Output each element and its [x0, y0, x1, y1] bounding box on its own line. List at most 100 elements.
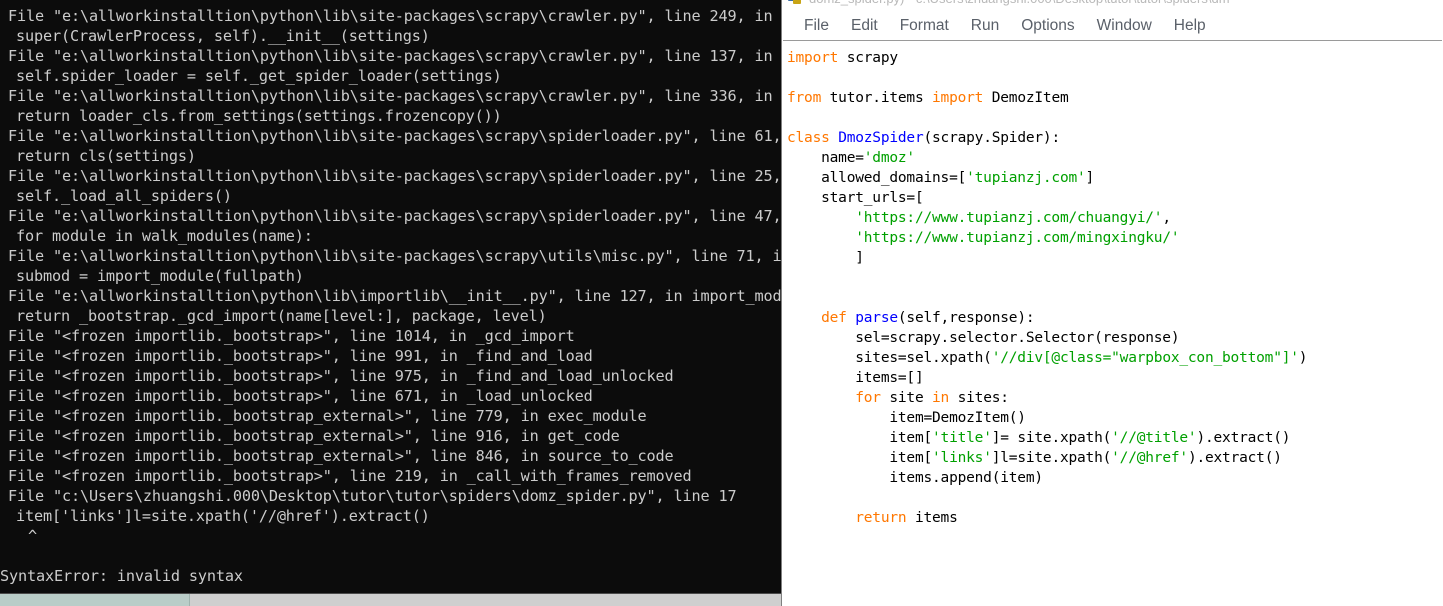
code-token: allowed_domains=[ — [787, 170, 967, 186]
menu-edit[interactable]: Edit — [840, 15, 889, 38]
code-token: class — [787, 130, 830, 146]
code-token: def — [821, 310, 847, 326]
console-line: File "e:\allworkinstalltion\python\lib\i… — [8, 287, 782, 305]
code-token: name= — [787, 150, 864, 166]
console-line: File "e:\allworkinstalltion\python\lib\s… — [8, 127, 782, 145]
code-token: item[ — [787, 430, 933, 446]
code-token: DemozItem — [983, 90, 1069, 106]
code-line: return items — [787, 508, 1443, 528]
desktop-screen: File "e:\allworkinstalltion\python\lib\s… — [0, 0, 1443, 606]
console-line: File "<frozen importlib._bootstrap_exter… — [8, 427, 620, 445]
code-token: from — [787, 90, 822, 106]
idle-code-editor[interactable]: import scrapy from tutor.items import De… — [783, 41, 1443, 528]
code-line: items.append(item) — [787, 468, 1443, 488]
code-line: sel=scrapy.selector.Selector(response) — [787, 328, 1443, 348]
code-token: site — [880, 390, 933, 406]
code-line: for site in sites: — [787, 388, 1443, 408]
console-line: File "<frozen importlib._bootstrap>", li… — [8, 327, 575, 345]
command-prompt-window[interactable]: File "e:\allworkinstalltion\python\lib\s… — [0, 0, 782, 606]
console-line: File "<frozen importlib._bootstrap>", li… — [8, 367, 674, 385]
scrollbar-track[interactable] — [0, 594, 781, 606]
console-line: File "<frozen importlib._bootstrap>", li… — [8, 347, 593, 365]
console-line: File "e:\allworkinstalltion\python\lib\s… — [8, 7, 782, 25]
console-line: return loader_cls.from_settings(settings… — [16, 107, 502, 125]
console-line: self.spider_loader = self._get_spider_lo… — [16, 67, 502, 85]
code-token: ]l=site.xpath( — [991, 450, 1112, 466]
code-token: 'https://www.tupianzj.com/chuangyi/' — [855, 210, 1163, 226]
code-token: '//@href' — [1111, 450, 1188, 466]
menu-help[interactable]: Help — [1163, 15, 1217, 38]
console-line: File "e:\allworkinstalltion\python\lib\s… — [8, 247, 782, 265]
console-line: File "<frozen importlib._bootstrap>", li… — [8, 387, 593, 405]
code-token: 'https://www.tupianzj.com/mingxingku/' — [855, 230, 1180, 246]
code-line: 'https://www.tupianzj.com/mingxingku/' — [787, 228, 1443, 248]
console-line: item['links']l=site.xpath('//@href').ext… — [16, 507, 430, 525]
code-line: sites=sel.xpath('//div[@class="warpbox_c… — [787, 348, 1443, 368]
code-line: allowed_domains=['tupianzj.com'] — [787, 168, 1443, 188]
code-token: ).extract() — [1196, 430, 1291, 446]
menu-options[interactable]: Options — [1010, 15, 1085, 38]
code-line: from tutor.items import DemozItem — [787, 88, 1443, 108]
code-token: (scrapy.Spider): — [923, 130, 1061, 146]
code-line: import scrapy — [787, 48, 1443, 68]
code-token: start_urls=[ — [787, 190, 924, 206]
code-token: '//@title' — [1111, 430, 1197, 446]
console-line: File "e:\allworkinstalltion\python\lib\s… — [8, 87, 773, 105]
code-token: 'tupianzj.com' — [966, 170, 1086, 186]
code-token: tutor.items — [821, 90, 933, 106]
code-token: ]= site.xpath( — [991, 430, 1112, 446]
menu-window[interactable]: Window — [1086, 15, 1163, 38]
code-line: ] — [787, 248, 1443, 268]
code-line: start_urls=[ — [787, 188, 1443, 208]
code-token: parse — [855, 310, 898, 326]
console-line: File "c:\Users\zhuangshi.000\Desktop\tut… — [8, 487, 737, 505]
console-line: ^ — [28, 527, 37, 545]
idle-title-bar[interactable]: domz_spider.py) - c:\Users\zhuangshi.000… — [783, 0, 1443, 13]
code-line: class DmozSpider(scrapy.Spider): — [787, 128, 1443, 148]
console-line: submod = import_module(fullpath) — [16, 267, 304, 285]
code-line: 'https://www.tupianzj.com/chuangyi/', — [787, 208, 1443, 228]
console-line: return _bootstrap._gcd_import(name[level… — [16, 307, 547, 325]
code-token: , — [1162, 210, 1171, 226]
code-token: 'title' — [932, 430, 992, 446]
console-line: File "<frozen importlib._bootstrap>", li… — [8, 467, 692, 485]
code-token: item[ — [787, 450, 933, 466]
idle-menu-bar[interactable]: File Edit Format Run Options Window Help — [783, 13, 1443, 41]
code-token: ) — [1298, 350, 1308, 366]
code-token: (self,response): — [897, 310, 1035, 326]
code-line: name='dmoz' — [787, 148, 1443, 168]
code-token: ] — [787, 250, 864, 266]
code-token: items=[] — [787, 370, 924, 386]
code-line: item['title']= site.xpath('//@title').ex… — [787, 428, 1443, 448]
code-token: for — [855, 390, 881, 406]
code-token: DmozSpider — [838, 130, 924, 146]
python-idle-icon — [787, 0, 803, 7]
code-token: items — [906, 510, 958, 526]
menu-run[interactable]: Run — [960, 15, 1010, 38]
console-line: super(CrawlerProcess, self).__init__(set… — [16, 27, 430, 45]
code-token: sites: — [949, 390, 1009, 406]
code-token: import — [932, 90, 984, 106]
menu-format[interactable]: Format — [889, 15, 960, 38]
idle-editor-window[interactable]: domz_spider.py) - c:\Users\zhuangshi.000… — [783, 0, 1443, 606]
console-horizontal-scrollbar[interactable] — [0, 593, 781, 606]
console-line: self._load_all_spiders() — [16, 187, 232, 205]
console-line: File "<frozen importlib._bootstrap_exter… — [8, 447, 674, 465]
code-token: sel=scrapy.selector.Selector(response) — [787, 330, 1180, 346]
code-token: ).extract() — [1187, 450, 1282, 466]
menu-file[interactable]: File — [793, 15, 840, 38]
scrollbar-thumb[interactable] — [0, 594, 190, 606]
code-token: import — [787, 50, 839, 66]
code-token: '//div[@class="warpbox_con_bottom"]' — [991, 350, 1299, 366]
code-token: sites=sel.xpath( — [787, 350, 992, 366]
